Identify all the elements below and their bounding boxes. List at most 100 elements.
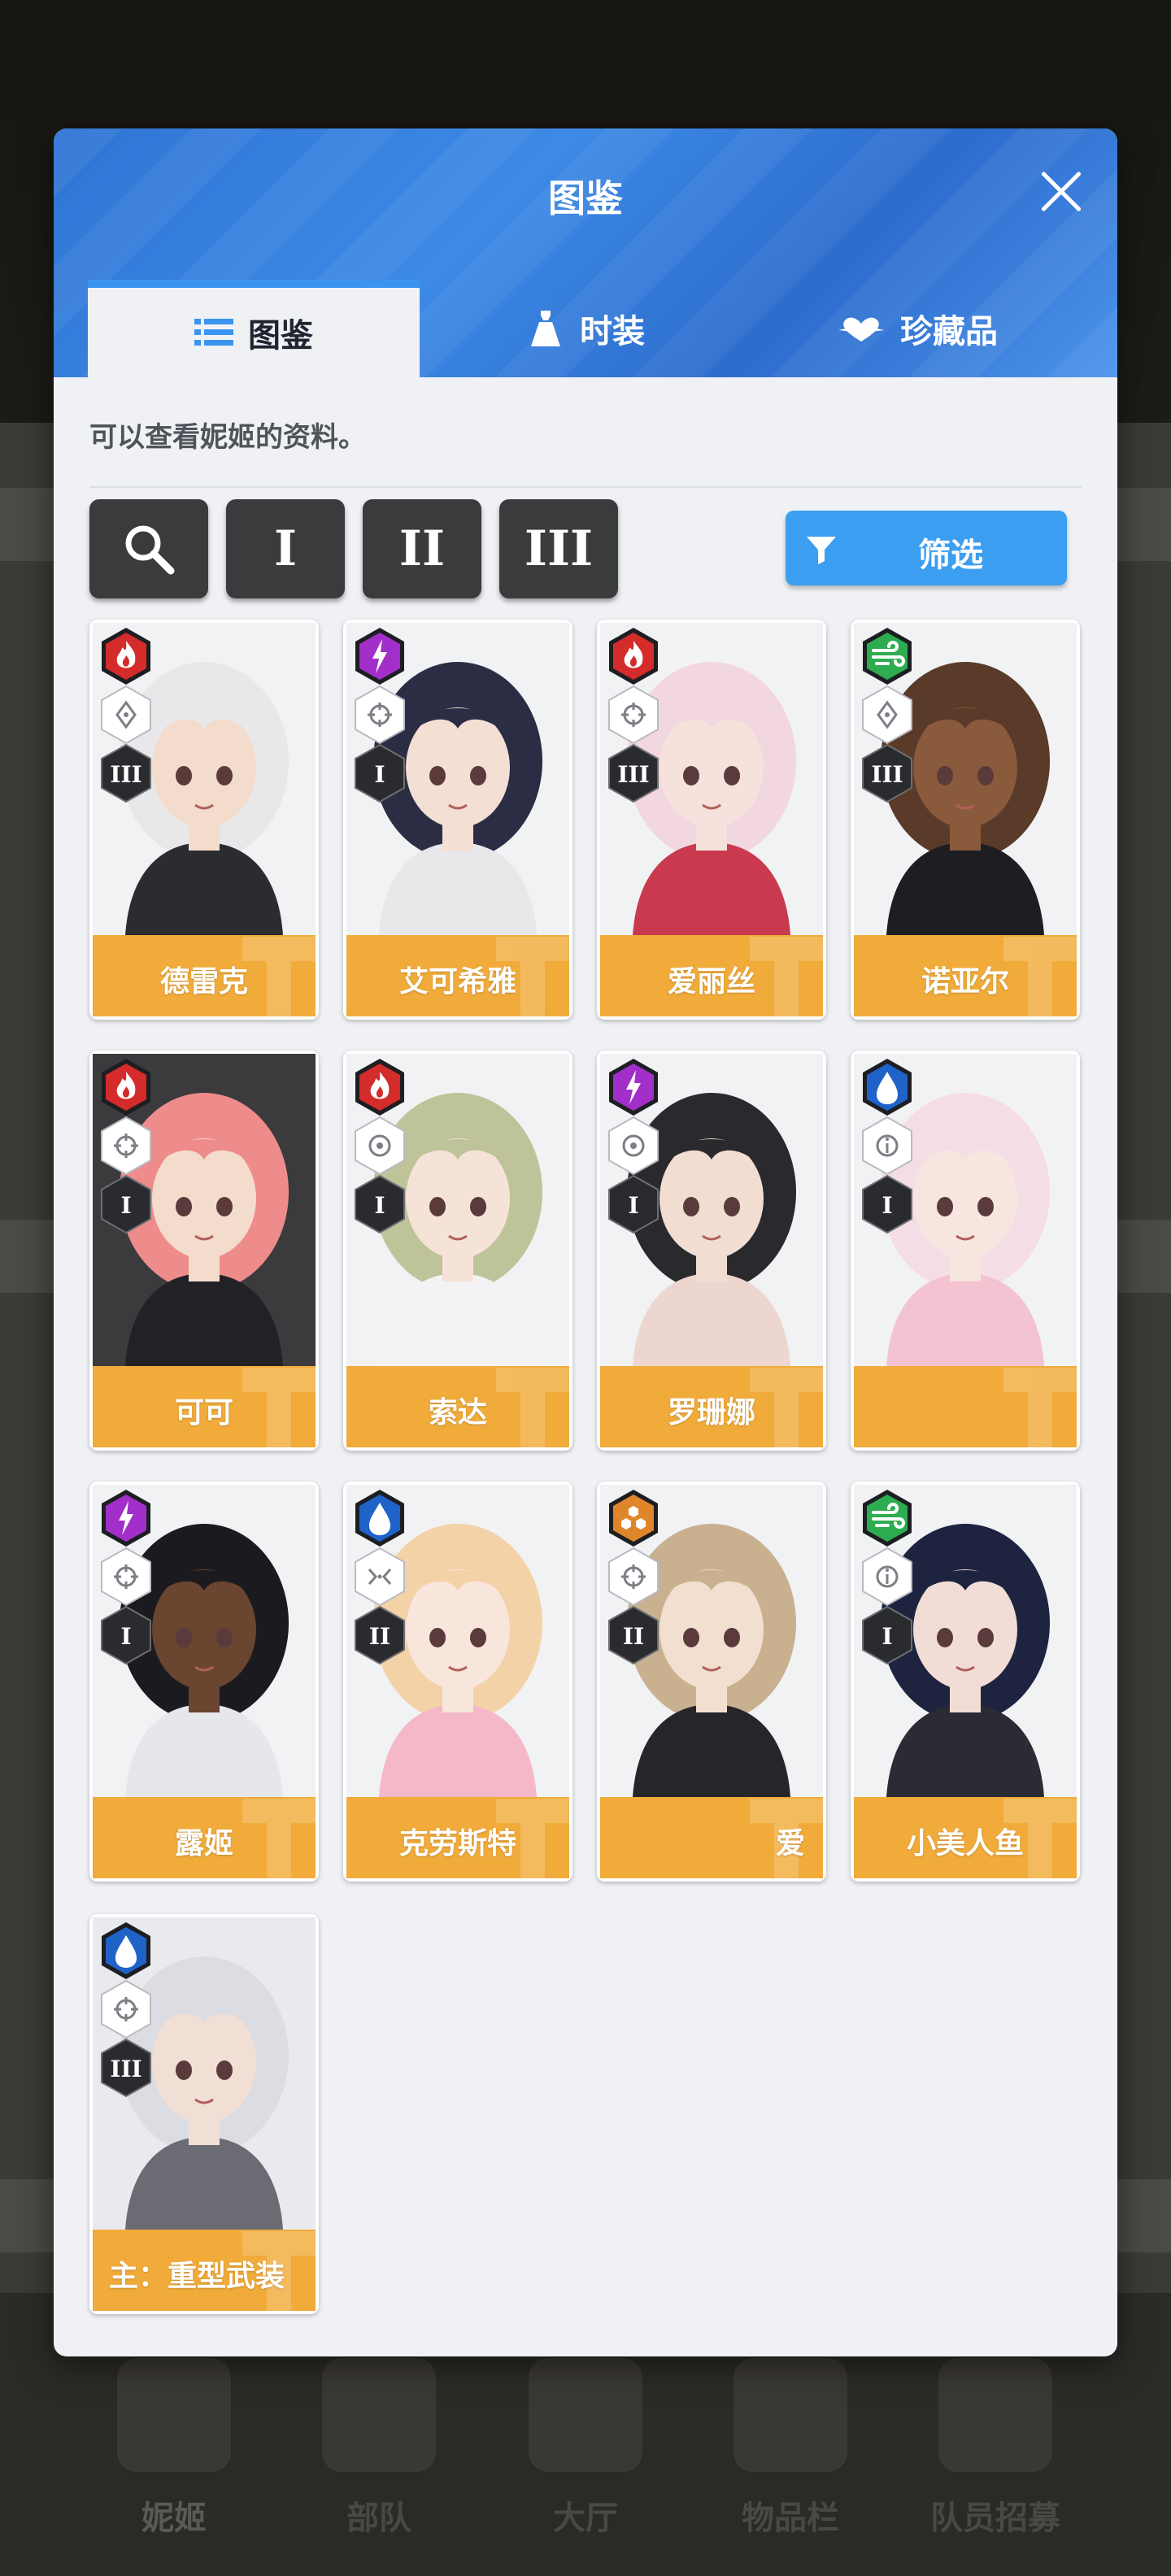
tab-treasure[interactable]: 珍藏品 (751, 280, 1083, 377)
burst-level-icon: I (101, 1174, 151, 1234)
character-name: 爱 (775, 1827, 805, 1860)
burst-filter-2-button[interactable]: II (363, 499, 481, 598)
burst-filter-3-button[interactable]: III (499, 499, 618, 598)
character-name: 可可 (174, 1396, 233, 1429)
filter-button[interactable]: 筛选 (786, 511, 1067, 585)
ring-weapon-icon (355, 1116, 405, 1176)
burst-filter-label: I (273, 520, 298, 577)
close-button[interactable] (1033, 163, 1090, 220)
sniper-weapon-icon (355, 685, 405, 745)
character-namebar: 德雷克 (93, 935, 316, 1016)
svg-text:III: III (110, 761, 141, 788)
svg-text:I: I (374, 761, 385, 788)
burst-level-icon: I (608, 1174, 659, 1234)
character-card[interactable]: I 可可 (89, 1051, 319, 1451)
nikke-icon (117, 2358, 231, 2472)
wind-element-icon (863, 628, 912, 685)
svg-text:I: I (628, 1192, 638, 1219)
character-namebar: 爱 (600, 1797, 823, 1878)
electric-element-icon (102, 1490, 150, 1547)
nav-label: 队员招募 (930, 2500, 1060, 2537)
burst-filter-1-button[interactable]: I (226, 499, 345, 598)
character-badges: I (860, 1057, 919, 1234)
character-badges: I (353, 1057, 411, 1234)
character-card[interactable]: II 爱 (597, 1482, 826, 1882)
tab-bar: 图鉴 时装 珍藏品 (88, 280, 1083, 377)
tab-label: 图鉴 (248, 317, 313, 355)
fire-element-icon (355, 1059, 404, 1116)
nav-label: 妮姬 (141, 2500, 207, 2537)
character-card[interactable]: III 爱丽丝 (597, 620, 826, 1020)
character-card[interactable]: III 德雷克 (89, 620, 319, 1020)
nav-item-nikke[interactable]: 妮姬 (76, 2358, 272, 2553)
character-namebar: 爱丽丝 (600, 935, 823, 1016)
character-namebar: 艾可希雅 (346, 935, 569, 1016)
nav-item-lobby[interactable]: 大厅 (488, 2358, 683, 2553)
svg-text:I: I (882, 1623, 892, 1650)
character-name: 克劳斯特 (398, 1827, 516, 1860)
burst-filter-label: III (524, 520, 594, 577)
character-badges: I (607, 1057, 665, 1234)
burst-level-icon: I (101, 1605, 151, 1665)
character-card[interactable]: III 主：重型武装 (89, 1914, 319, 2314)
tab-costume[interactable]: 时装 (420, 280, 751, 377)
sniper-weapon-icon (101, 1979, 151, 2039)
character-name: 索达 (428, 1396, 487, 1429)
svg-text:I: I (374, 1192, 385, 1219)
character-card[interactable]: I 露姬 (89, 1482, 319, 1882)
treasure-icon (838, 317, 884, 342)
crosshair-weapon-icon (101, 685, 151, 745)
character-namebar: 主：重型武装 (93, 2230, 316, 2311)
burst-level-icon: III (608, 743, 659, 803)
character-badges: II (353, 1488, 411, 1665)
squad-icon (322, 2358, 436, 2472)
iron-element-icon (609, 1490, 658, 1547)
nav-label: 物品栏 (742, 2500, 839, 2537)
burst-level-icon: I (862, 1174, 912, 1234)
codex-modal: 图鉴 图鉴 时装 珍藏品 可以查看妮姬的资料。 I II III 筛选 III … (54, 128, 1117, 2356)
nav-item-inventory[interactable]: 物品栏 (693, 2358, 888, 2553)
character-badges: I (99, 1057, 158, 1234)
svg-text:II: II (369, 1623, 390, 1650)
nav-label: 部队 (346, 2500, 411, 2537)
water-element-icon (355, 1490, 404, 1547)
fire-element-icon (102, 1059, 150, 1116)
character-badges: III (607, 626, 665, 803)
character-card[interactable]: III 诺亚尔 (851, 620, 1080, 1020)
character-badges: I (99, 1488, 158, 1665)
electric-element-icon (609, 1059, 658, 1116)
character-card[interactable]: I 小美人鱼 (851, 1482, 1080, 1882)
nav-item-recruit[interactable]: 队员招募 (898, 2358, 1093, 2553)
burst-level-icon: I (862, 1605, 912, 1665)
character-card[interactable]: I (851, 1051, 1080, 1451)
character-badges: II (607, 1488, 665, 1665)
svg-text:III: III (110, 2056, 141, 2082)
tab-codex[interactable]: 图鉴 (88, 280, 420, 377)
character-grid: III 德雷克 I 艾可希雅 III 爱丽丝 III 诺亚尔 I 可可 I 索达 I 罗珊娜 I I 露姬 II 克… (89, 620, 1091, 2327)
character-name: 罗珊娜 (667, 1396, 755, 1429)
svg-text:I: I (120, 1192, 131, 1219)
character-card[interactable]: I 艾可希雅 (343, 620, 572, 1020)
character-namebar: 罗珊娜 (600, 1366, 823, 1447)
info-weapon-icon (862, 1116, 912, 1176)
character-namebar: 索达 (346, 1366, 569, 1447)
sniper-weapon-icon (101, 1547, 151, 1607)
recruit-icon (938, 2358, 1052, 2472)
svg-text:III: III (871, 761, 903, 788)
character-namebar: 诺亚尔 (854, 935, 1077, 1016)
list-icon (194, 319, 233, 346)
character-name: 德雷克 (159, 965, 248, 999)
nav-item-squad[interactable]: 部队 (281, 2358, 477, 2553)
svg-text:III: III (617, 761, 649, 788)
search-button[interactable] (89, 499, 208, 598)
shotgun-weapon-icon (355, 1547, 405, 1607)
burst-level-icon: III (101, 743, 151, 803)
character-card[interactable]: I 罗珊娜 (597, 1051, 826, 1451)
character-badges: III (860, 626, 919, 803)
character-card[interactable]: I 索达 (343, 1051, 572, 1451)
character-card[interactable]: II 克劳斯特 (343, 1482, 572, 1882)
burst-filter-label: II (398, 520, 446, 577)
character-name: 主：重型武装 (109, 2260, 285, 2293)
character-namebar: 小美人鱼 (854, 1797, 1077, 1878)
wind-element-icon (863, 1490, 912, 1547)
